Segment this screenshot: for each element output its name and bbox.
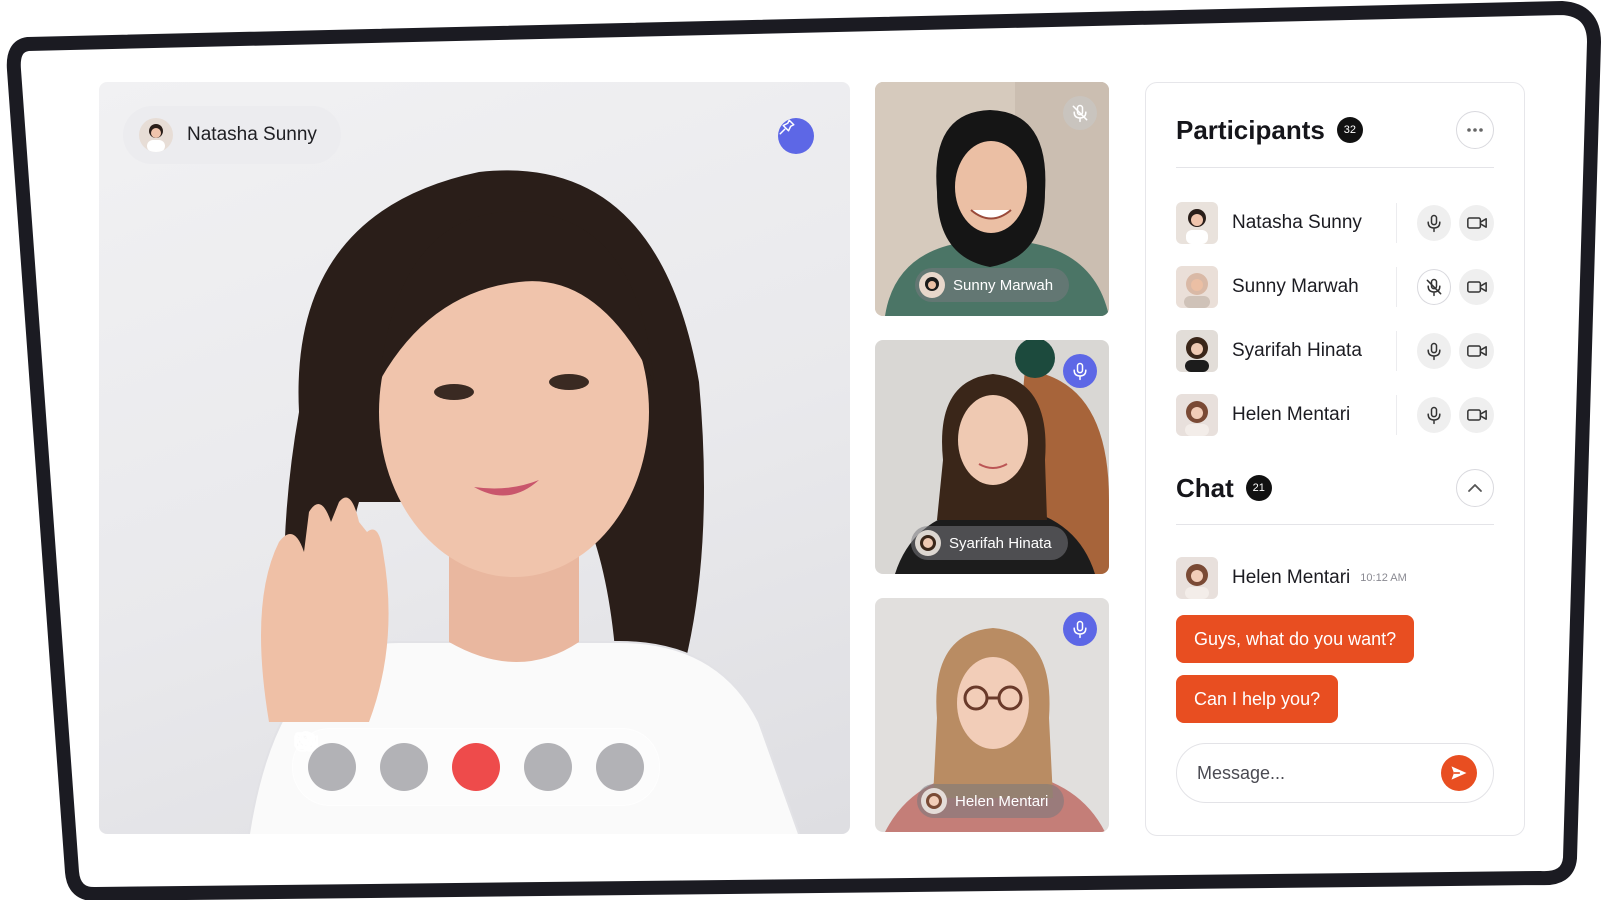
participant-row[interactable]: Syarifah Hinata xyxy=(1176,329,1495,373)
message-input[interactable] xyxy=(1195,761,1429,785)
circles-icon xyxy=(295,731,317,752)
participants-header: Participants 32 xyxy=(1176,111,1494,149)
message-button[interactable] xyxy=(295,733,572,791)
participant-mic-button[interactable] xyxy=(1416,269,1452,305)
video-camera-icon xyxy=(1466,217,1487,229)
participant-row[interactable]: Natasha Sunny xyxy=(1176,201,1495,245)
main-video[interactable]: Natasha Sunny xyxy=(99,82,850,834)
participants-count: 32 xyxy=(1336,117,1363,143)
natasha-avatar xyxy=(139,118,173,152)
video-camera-icon xyxy=(1466,345,1487,357)
chat-count: 21 xyxy=(1245,475,1272,501)
tile-name-label: Helen Mentari xyxy=(955,792,1049,810)
effects-button[interactable] xyxy=(295,731,644,791)
call-controls xyxy=(292,728,660,806)
chat-collapse-button[interactable] xyxy=(1456,469,1494,507)
video-tile-helen-mentari[interactable]: Helen Mentari xyxy=(875,598,1109,832)
helen-avatar xyxy=(921,788,947,814)
chat-divider xyxy=(1176,524,1494,525)
chat-title: Chat xyxy=(1176,472,1234,503)
chat-message-header: Helen Mentari 10:12 AM xyxy=(1176,557,1407,599)
send-button[interactable] xyxy=(1441,755,1477,791)
tile-name-pill: Syarifah Hinata xyxy=(911,526,1068,560)
mic-icon xyxy=(1427,342,1441,361)
participant-camera-button[interactable] xyxy=(1459,205,1495,241)
row-separator xyxy=(1395,395,1397,435)
tile-name-pill: Sunny Marwah xyxy=(915,268,1070,302)
sunny-avatar xyxy=(919,272,945,298)
speaker-name-pill: Natasha Sunny xyxy=(123,106,341,164)
participant-name: Helen Mentari xyxy=(1232,404,1351,425)
side-panel: Participants 32 Natasha Sunny Sunny Marw… xyxy=(1145,82,1525,836)
more-dots-icon xyxy=(1467,128,1483,132)
speaker-name: Natasha Sunny xyxy=(187,124,317,145)
chat-bubble: Can I help you? xyxy=(1176,675,1339,723)
participant-row[interactable]: Helen Mentari xyxy=(1176,393,1495,437)
participant-name: Syarifah Hinata xyxy=(1232,340,1362,361)
participant-name: Natasha Sunny xyxy=(1232,212,1362,233)
chevron-up-icon xyxy=(1468,484,1482,492)
pin-button[interactable] xyxy=(778,118,814,154)
participants-title: Participants xyxy=(1176,114,1325,145)
main-speaker-video xyxy=(248,170,800,834)
mic-off-icon xyxy=(1426,278,1442,297)
mic-icon xyxy=(1073,620,1087,639)
send-icon xyxy=(1451,766,1467,780)
participant-avatar xyxy=(1176,266,1218,308)
mic-icon xyxy=(1427,214,1441,233)
chat-author-avatar xyxy=(1176,557,1218,599)
participant-mic-button[interactable] xyxy=(1416,397,1452,433)
mic-off-icon xyxy=(1072,104,1088,123)
camera-button[interactable] xyxy=(294,734,428,791)
row-separator xyxy=(1395,331,1397,371)
video-tile-sunny-marwah[interactable]: Sunny Marwah xyxy=(875,82,1109,316)
tile-name-pill: Helen Mentari xyxy=(917,784,1065,818)
participant-row[interactable]: Sunny Marwah xyxy=(1176,265,1495,309)
syarifah-avatar xyxy=(915,530,941,556)
row-separator xyxy=(1395,203,1397,243)
participant-name: Sunny Marwah xyxy=(1232,276,1359,297)
tile-name-label: Sunny Marwah xyxy=(953,276,1054,294)
chat-header: Chat 21 xyxy=(1176,469,1494,507)
participant-mic-button[interactable] xyxy=(1416,333,1452,369)
row-separator xyxy=(1395,267,1397,307)
mic-icon xyxy=(1073,362,1087,381)
pin-icon xyxy=(779,119,795,135)
chat-timestamp: 10:12 AM xyxy=(1360,572,1407,584)
chat-bubble: Guys, what do you want? xyxy=(1176,615,1415,663)
end-call-button[interactable] xyxy=(295,731,500,791)
tile-name-label: Syarifah Hinata xyxy=(949,534,1052,552)
participant-avatar xyxy=(1176,394,1218,436)
participant-camera-button[interactable] xyxy=(1459,397,1495,433)
participant-avatar xyxy=(1176,330,1218,372)
message-input-box xyxy=(1176,743,1494,803)
chat-author-name: Helen Mentari xyxy=(1232,567,1351,588)
participant-camera-button[interactable] xyxy=(1459,269,1495,305)
participant-camera-button[interactable] xyxy=(1459,333,1495,369)
participants-more-button[interactable] xyxy=(1456,111,1494,149)
participants-divider xyxy=(1176,167,1494,168)
participant-avatar xyxy=(1176,202,1218,244)
video-tile-syarifah-hinata[interactable]: Syarifah Hinata xyxy=(875,340,1109,574)
tile-mic-indicator xyxy=(1063,612,1097,646)
mic-icon xyxy=(1427,406,1441,425)
video-camera-icon xyxy=(1466,409,1487,421)
tile-mute-indicator xyxy=(1063,96,1097,130)
tile-mic-indicator xyxy=(1063,354,1097,388)
participant-mic-button[interactable] xyxy=(1416,205,1452,241)
video-camera-icon xyxy=(1466,281,1487,293)
